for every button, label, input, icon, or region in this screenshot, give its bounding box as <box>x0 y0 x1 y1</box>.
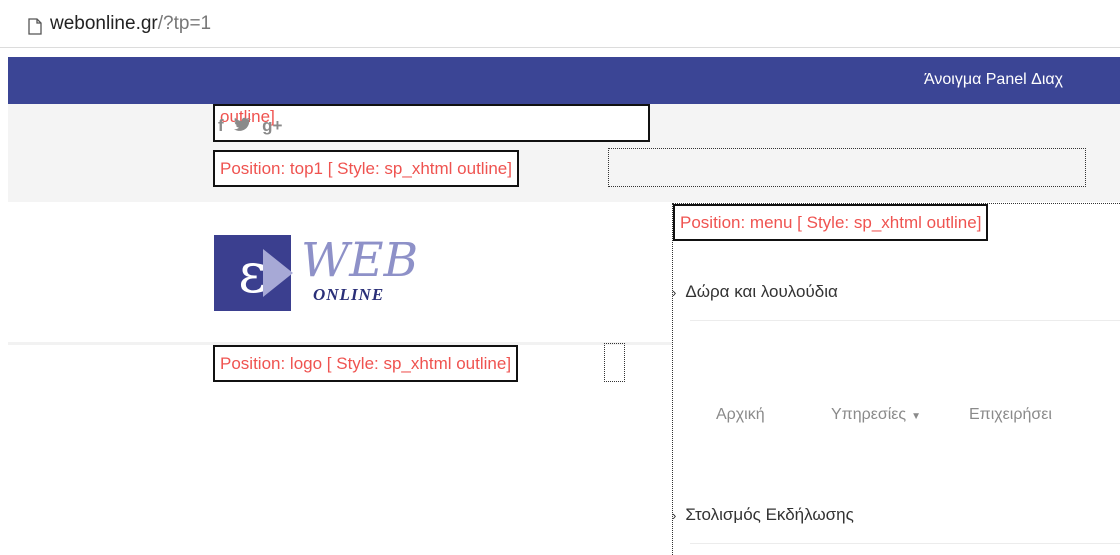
google-plus-icon[interactable]: g+ <box>262 116 282 135</box>
logo-online-text: ONLINE <box>313 285 385 304</box>
menu-item-label: Δώρα και λουλούδια <box>685 282 838 301</box>
social-icons: f g+ <box>218 116 288 136</box>
menu-item-label: Στολισμός Εκδήλωσης <box>685 505 854 524</box>
nav-services-label: Υπηρεσίες <box>831 406 907 423</box>
url-host: webonline.gr <box>50 13 158 34</box>
top1-module-area <box>608 148 1086 187</box>
top-bar: Άνοιγμα Panel Διαχ <box>8 57 1120 104</box>
menu-item-gifts[interactable]: › Δώρα και λουλούδια <box>672 282 838 302</box>
url-path: /?tp=1 <box>157 13 212 34</box>
address-bar[interactable]: webonline.gr/?tp=1 <box>0 0 1120 48</box>
menu-module-area <box>672 203 1120 555</box>
menu-row-divider <box>690 320 1120 321</box>
menu-row-divider <box>690 543 1120 544</box>
open-panel-link[interactable]: Άνοιγμα Panel Διαχ <box>924 71 1063 89</box>
chevron-down-icon: ▼ <box>911 411 922 422</box>
caret-right-icon: › <box>672 285 677 300</box>
menu-item-event-decoration[interactable]: › Στολισμός Εκδήλωσης <box>672 505 854 525</box>
url-text[interactable]: webonline.gr/?tp=1 <box>50 13 211 35</box>
logo-arrow-icon <box>263 249 293 297</box>
page-icon <box>28 18 42 40</box>
nav-home[interactable]: Αρχική <box>716 406 765 424</box>
logo-module-label: Position: logo [ Style: sp_xhtml outline… <box>213 345 519 382</box>
nav-services[interactable]: Υπηρεσίες ▼ <box>831 406 921 424</box>
facebook-icon[interactable]: f <box>218 116 224 135</box>
logo-web-text: WEB <box>301 233 419 288</box>
top1-module-label: Position: top1 [ Style: sp_xhtml outline… <box>213 150 519 187</box>
site-logo[interactable]: ε WEB ONLINE <box>214 233 434 313</box>
caret-right-icon: › <box>672 508 677 523</box>
logo-module-area <box>604 343 625 382</box>
nav-businesses[interactable]: Επιχειρήσει <box>969 406 1052 424</box>
menu-module-label: Position: menu [ Style: sp_xhtml outline… <box>673 204 989 241</box>
twitter-icon[interactable] <box>234 116 256 135</box>
